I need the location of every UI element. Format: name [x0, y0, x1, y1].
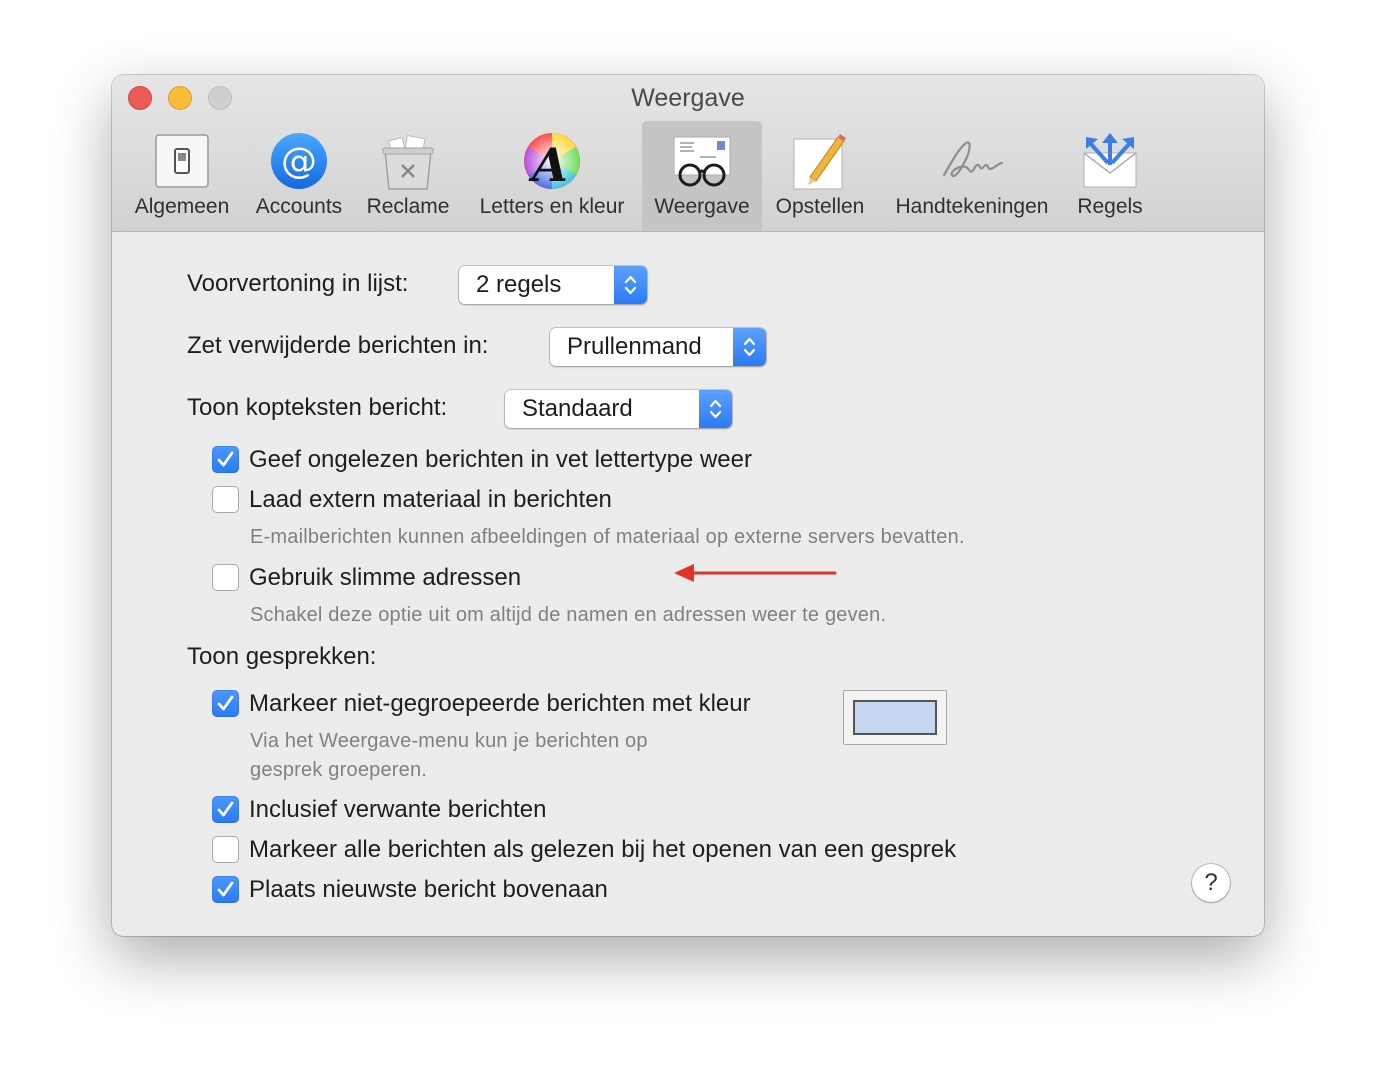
- deleted-label: Zet verwijderde berichten in:: [187, 332, 489, 359]
- smart-addresses-hint: Schakel deze optie uit om altijd de name…: [250, 604, 887, 626]
- preview-popup[interactable]: 2 regels: [459, 266, 647, 304]
- tab-opstellen[interactable]: Opstellen: [766, 121, 874, 231]
- tab-regels[interactable]: Regels: [1066, 121, 1154, 231]
- highlight-hint-line1: Via het Weergave-menu kun je berichten o…: [250, 730, 648, 752]
- newest-top-checkbox[interactable]: [212, 876, 239, 903]
- trash-bin-icon: [382, 134, 434, 190]
- deleted-value: Prullenmand: [567, 333, 702, 360]
- mark-read-label: Markeer alle berichten als gelezen bij h…: [249, 836, 957, 863]
- tab-handtekeningen[interactable]: Handtekeningen: [884, 121, 1060, 231]
- mark-read-checkbox[interactable]: [212, 836, 239, 863]
- toolbar: Weergave Algemeen @ Accounts Reclame A L…: [112, 75, 1264, 232]
- bold-unread-label: Geef ongelezen berichten in vet letterty…: [249, 446, 752, 473]
- newest-top-label: Plaats nieuwste bericht bovenaan: [249, 876, 608, 903]
- load-remote-hint: E-mailberichten kunnen afbeeldingen of m…: [250, 526, 965, 548]
- tab-label: Weergave: [654, 195, 750, 218]
- svg-text:@: @: [281, 141, 317, 182]
- headers-label: Toon kopteksten bericht:: [187, 394, 448, 421]
- tab-weergave[interactable]: Weergave: [642, 121, 762, 231]
- tab-letters-en-kleur[interactable]: A Letters en kleur: [466, 121, 638, 231]
- headers-value: Standaard: [522, 395, 633, 422]
- checkmark-icon: [217, 695, 234, 711]
- tab-reclame[interactable]: Reclame: [360, 121, 456, 231]
- chevron-updown-icon: [733, 328, 766, 366]
- highlight-checkbox[interactable]: [212, 690, 239, 717]
- at-sign-icon: @: [271, 133, 327, 189]
- tab-label: Reclame: [366, 195, 450, 218]
- pencil-paper-icon: [793, 134, 846, 190]
- checkmark-icon: [217, 801, 234, 817]
- load-remote-checkbox[interactable]: [212, 486, 239, 513]
- settings-panel: Voorvertoning in lijst: 2 regels Zet ver…: [112, 232, 1264, 936]
- preferences-window: Weergave Algemeen @ Accounts Reclame A L…: [112, 75, 1264, 936]
- preview-value: 2 regels: [476, 271, 562, 298]
- color-swatch: [853, 700, 937, 735]
- red-arrow-icon: [674, 564, 837, 582]
- highlight-label: Markeer niet-gegroepeerde berichten met …: [249, 690, 751, 717]
- tab-label: Regels: [1077, 195, 1143, 218]
- tab-label: Accounts: [255, 195, 343, 218]
- checkmark-icon: [217, 451, 234, 467]
- conversations-heading: Toon gesprekken:: [187, 643, 377, 670]
- signature-icon: [942, 141, 1004, 178]
- window-title: Weergave: [631, 84, 745, 112]
- chevron-updown-icon: [699, 390, 732, 428]
- load-remote-label: Laad extern materiaal in berichten: [249, 486, 612, 513]
- svg-text:A: A: [528, 138, 568, 192]
- tab-label: Opstellen: [775, 195, 865, 218]
- highlight-color-well[interactable]: [843, 690, 947, 745]
- checkmark-icon: [217, 881, 234, 897]
- include-related-label: Inclusief verwante berichten: [249, 796, 547, 823]
- bold-unread-checkbox[interactable]: [212, 446, 239, 473]
- switch-icon: [155, 134, 209, 188]
- smart-addresses-label: Gebruik slimme adressen: [249, 564, 522, 591]
- tab-accounts[interactable]: @ Accounts: [244, 121, 354, 231]
- deleted-popup[interactable]: Prullenmand: [550, 328, 766, 366]
- tab-label: Handtekeningen: [895, 195, 1049, 218]
- headers-popup[interactable]: Standaard: [505, 390, 732, 428]
- tab-algemeen[interactable]: Algemeen: [126, 121, 238, 231]
- glasses-envelope-icon: [673, 136, 731, 187]
- include-related-checkbox[interactable]: [212, 796, 239, 823]
- tab-label: Algemeen: [134, 195, 230, 218]
- highlight-hint-line2: gesprek groeperen.: [250, 759, 428, 781]
- help-button[interactable]: ?: [1192, 864, 1230, 902]
- tab-label: Letters en kleur: [479, 195, 625, 218]
- envelope-arrows-icon: [1083, 133, 1137, 188]
- font-color-wheel-icon: A: [524, 133, 580, 192]
- smart-addresses-checkbox[interactable]: [212, 564, 239, 591]
- chevron-updown-icon: [614, 266, 647, 304]
- preview-label: Voorvertoning in lijst:: [187, 270, 409, 297]
